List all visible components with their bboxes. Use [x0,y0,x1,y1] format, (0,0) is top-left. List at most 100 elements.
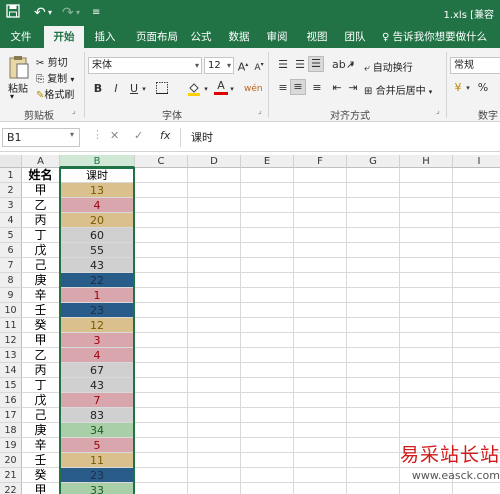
column-header-a[interactable]: A [22,155,60,168]
empty-cell[interactable] [294,303,347,318]
empty-cell[interactable] [453,363,500,378]
empty-cell[interactable] [294,408,347,423]
empty-cell[interactable] [347,408,400,423]
empty-cell[interactable] [135,318,188,333]
empty-cell[interactable] [347,183,400,198]
empty-cell[interactable] [188,468,241,483]
row-header[interactable]: 6 [0,243,22,258]
empty-cell[interactable] [135,303,188,318]
row-header[interactable]: 3 [0,198,22,213]
empty-cell[interactable] [135,483,188,494]
align-left-icon[interactable]: ≡ [276,81,290,95]
align-bottom-icon[interactable]: ☰ [308,56,324,72]
fill-color-dropdown-icon[interactable]: ▾ [202,82,210,96]
empty-cell[interactable] [453,198,500,213]
empty-cell[interactable] [294,273,347,288]
empty-cell[interactable] [400,168,453,183]
decrease-indent-icon[interactable]: ⇤ [330,81,344,95]
empty-cell[interactable] [400,378,453,393]
empty-cell[interactable] [135,183,188,198]
cell-a[interactable]: 甲 [22,183,60,198]
empty-cell[interactable] [188,318,241,333]
name-box[interactable]: B1 [2,128,80,147]
empty-cell[interactable] [400,183,453,198]
empty-cell[interactable] [294,318,347,333]
empty-cell[interactable] [188,483,241,494]
fill-color-icon[interactable] [186,82,202,100]
empty-cell[interactable] [400,303,453,318]
empty-cell[interactable] [188,213,241,228]
copy-button[interactable]: ⎘ 复制 ▾ [36,70,74,85]
empty-cell[interactable] [294,468,347,483]
empty-cell[interactable] [135,378,188,393]
row-header[interactable]: 22 [0,483,22,494]
format-painter-button[interactable]: ✎格式刷 [36,86,74,101]
empty-cell[interactable] [135,333,188,348]
empty-cell[interactable] [400,348,453,363]
empty-cell[interactable] [241,213,294,228]
empty-cell[interactable] [241,363,294,378]
font-launcher-icon[interactable]: ⌟ [258,106,262,115]
empty-cell[interactable] [294,288,347,303]
empty-cell[interactable] [188,168,241,183]
number-format-combo[interactable]: 常规 [450,57,500,74]
column-header-f[interactable]: F [294,155,347,168]
tab-file[interactable]: 文件 [4,26,38,48]
row-header[interactable]: 1 [0,168,22,183]
borders-icon[interactable] [154,82,170,98]
cell-a[interactable]: 庚 [22,273,60,288]
empty-cell[interactable] [347,378,400,393]
empty-cell[interactable] [135,393,188,408]
increase-indent-icon[interactable]: ⇥ [346,81,360,95]
empty-cell[interactable] [453,333,500,348]
wrap-text-button[interactable]: ⤶ 自动换行 [364,59,413,74]
empty-cell[interactable] [453,378,500,393]
empty-cell[interactable] [347,363,400,378]
empty-cell[interactable] [135,468,188,483]
cell-a[interactable]: 乙 [22,348,60,363]
tell-me-box[interactable]: ♀ 告诉我你想要做什么 [382,26,500,48]
empty-cell[interactable] [347,273,400,288]
empty-cell[interactable] [453,303,500,318]
clipboard-launcher-icon[interactable]: ⌟ [72,106,76,115]
empty-cell[interactable] [400,273,453,288]
row-header[interactable]: 11 [0,318,22,333]
empty-cell[interactable] [241,468,294,483]
row-header[interactable]: 9 [0,288,22,303]
empty-cell[interactable] [453,408,500,423]
cell-a[interactable]: 壬 [22,453,60,468]
row-header[interactable]: 17 [0,408,22,423]
row-header[interactable]: 10 [0,303,22,318]
cell-a[interactable]: 癸 [22,318,60,333]
row-header[interactable]: 8 [0,273,22,288]
empty-cell[interactable] [453,228,500,243]
underline-button[interactable]: U [128,82,140,96]
row-header[interactable]: 18 [0,423,22,438]
font-color-icon[interactable]: A [214,80,228,95]
customize-qat-icon[interactable]: ≡ [92,4,100,22]
empty-cell[interactable] [347,333,400,348]
cell-a[interactable]: 癸 [22,468,60,483]
empty-cell[interactable] [294,183,347,198]
cell-a[interactable]: 乙 [22,198,60,213]
empty-cell[interactable] [188,363,241,378]
column-header-e[interactable]: E [241,155,294,168]
empty-cell[interactable] [241,243,294,258]
empty-cell[interactable] [241,453,294,468]
empty-cell[interactable] [400,423,453,438]
empty-cell[interactable] [188,408,241,423]
empty-cell[interactable] [400,483,453,494]
phonetic-guide-icon[interactable]: wén [244,82,263,96]
align-right-icon[interactable]: ≡ [310,81,324,95]
empty-cell[interactable] [241,183,294,198]
empty-cell[interactable] [347,213,400,228]
empty-cell[interactable] [400,213,453,228]
cut-button[interactable]: ✂ 剪切 [36,54,68,69]
empty-cell[interactable] [453,348,500,363]
empty-cell[interactable] [135,348,188,363]
cell-a[interactable]: 姓名 [22,168,60,183]
undo-icon[interactable]: ↶ [34,4,46,22]
save-icon[interactable] [6,4,20,22]
empty-cell[interactable] [347,168,400,183]
empty-cell[interactable] [453,318,500,333]
